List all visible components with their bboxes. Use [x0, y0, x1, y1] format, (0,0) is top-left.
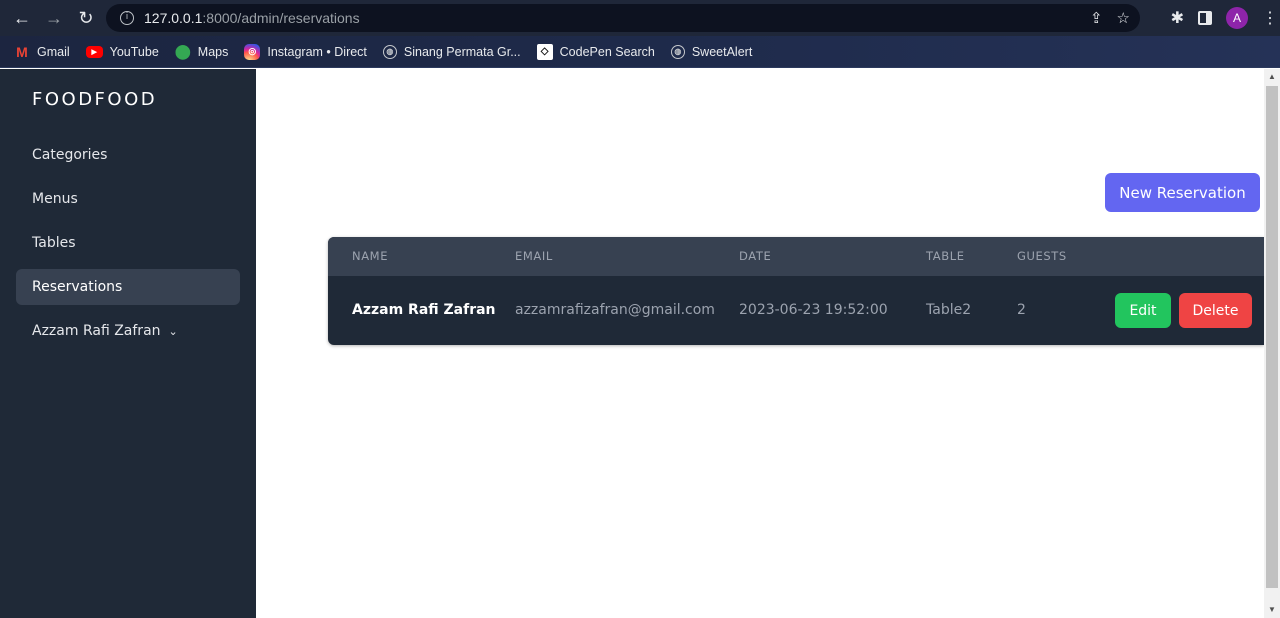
bookmark-instagram[interactable]: ◎ Instagram • Direct	[244, 43, 367, 60]
bookmark-youtube[interactable]: ▶ YouTube	[85, 45, 159, 59]
profile-avatar[interactable]: A	[1226, 7, 1248, 29]
reload-icon[interactable]: ↻	[70, 0, 102, 36]
globe-icon: ◍	[670, 44, 685, 59]
sidebar-item-categories[interactable]: Categories	[16, 137, 240, 173]
share-icon[interactable]: ⇪	[1090, 9, 1103, 27]
main-content: New Reservation NAME EMAIL DATE TABLE GU…	[256, 69, 1264, 618]
chevron-down-icon: ⌄	[168, 324, 178, 338]
youtube-icon: ▶	[85, 45, 103, 58]
admin-app: FOODFOOD Categories Menus Tables Reserva…	[0, 69, 1280, 618]
globe-icon: ◍	[382, 44, 397, 59]
site-info-icon[interactable]: i	[120, 11, 134, 25]
user-menu-dropdown[interactable]: Azzam Rafi Zafran ⌄	[16, 313, 240, 349]
maps-icon: ⬤	[174, 43, 191, 59]
forward-icon[interactable]: →	[38, 0, 70, 36]
sidebar-item-tables[interactable]: Tables	[16, 225, 240, 261]
scroll-down-arrow-icon[interactable]: ▼	[1264, 602, 1280, 618]
column-header-guests: GUESTS	[1017, 249, 1067, 263]
codepen-icon: ◇	[536, 43, 553, 60]
back-icon[interactable]: ←	[6, 0, 38, 36]
bookmark-maps[interactable]: ⬤ Maps	[174, 43, 228, 60]
cell-name: Azzam Rafi Zafran	[352, 302, 496, 318]
column-header-email: EMAIL	[515, 249, 553, 263]
bookmark-codepen[interactable]: ◇ CodePen Search	[536, 43, 655, 60]
browser-toolbar: ← → ↻ i 127.0.0.1:8000/admin/reservation…	[0, 0, 1280, 36]
bookmark-gmail[interactable]: M Gmail	[14, 44, 70, 60]
bookmark-sinang[interactable]: ◍ Sinang Permata Gr...	[382, 44, 521, 59]
browser-menu-icon[interactable]: ⋮	[1262, 8, 1278, 28]
sidebar-item-label: Tables	[32, 235, 76, 251]
extensions-icon[interactable]: ✱	[1171, 8, 1184, 28]
column-header-date: DATE	[739, 249, 772, 263]
reservations-table: NAME EMAIL DATE TABLE GUESTS Azzam Rafi …	[328, 237, 1264, 345]
sidebar-item-reservations[interactable]: Reservations	[16, 269, 240, 305]
edit-button[interactable]: Edit	[1115, 293, 1171, 328]
bookmark-star-icon[interactable]: ☆	[1117, 9, 1130, 27]
sidebar-item-label: Categories	[32, 147, 108, 163]
table-header: NAME EMAIL DATE TABLE GUESTS	[328, 237, 1264, 276]
cell-date: 2023-06-23 19:52:00	[739, 302, 888, 318]
cell-table: Table2	[926, 302, 972, 318]
scroll-up-arrow-icon[interactable]: ▲	[1264, 69, 1280, 85]
side-panel-icon[interactable]	[1198, 11, 1212, 25]
sidebar-item-label: Menus	[32, 191, 78, 207]
brand-logo[interactable]: FOODFOOD	[32, 89, 157, 110]
page-scrollbar[interactable]: ▲ ▼	[1264, 69, 1280, 618]
bookmark-sweetalert[interactable]: ◍ SweetAlert	[670, 44, 752, 59]
cell-guests: 2	[1017, 302, 1026, 318]
instagram-icon: ◎	[244, 43, 261, 60]
sidebar: FOODFOOD Categories Menus Tables Reserva…	[0, 69, 256, 618]
scrollbar-thumb[interactable]	[1266, 86, 1278, 588]
sidebar-item-label: Reservations	[32, 279, 123, 295]
sidebar-item-menus[interactable]: Menus	[16, 181, 240, 217]
bookmarks-bar: M Gmail ▶ YouTube ⬤ Maps ◎ Instagram • Direc…	[0, 36, 1280, 68]
delete-button[interactable]: Delete	[1179, 293, 1252, 328]
cell-email: azzamrafizafran@gmail.com	[515, 302, 715, 318]
column-header-table: TABLE	[926, 249, 965, 263]
gmail-icon: M	[16, 43, 28, 60]
address-bar[interactable]: i 127.0.0.1:8000/admin/reservations ⇪ ☆	[106, 4, 1140, 32]
url-text: 127.0.0.1:8000/admin/reservations	[144, 10, 360, 26]
user-name: Azzam Rafi Zafran	[32, 323, 161, 339]
column-header-name: NAME	[352, 249, 389, 263]
new-reservation-button[interactable]: New Reservation	[1105, 173, 1260, 212]
